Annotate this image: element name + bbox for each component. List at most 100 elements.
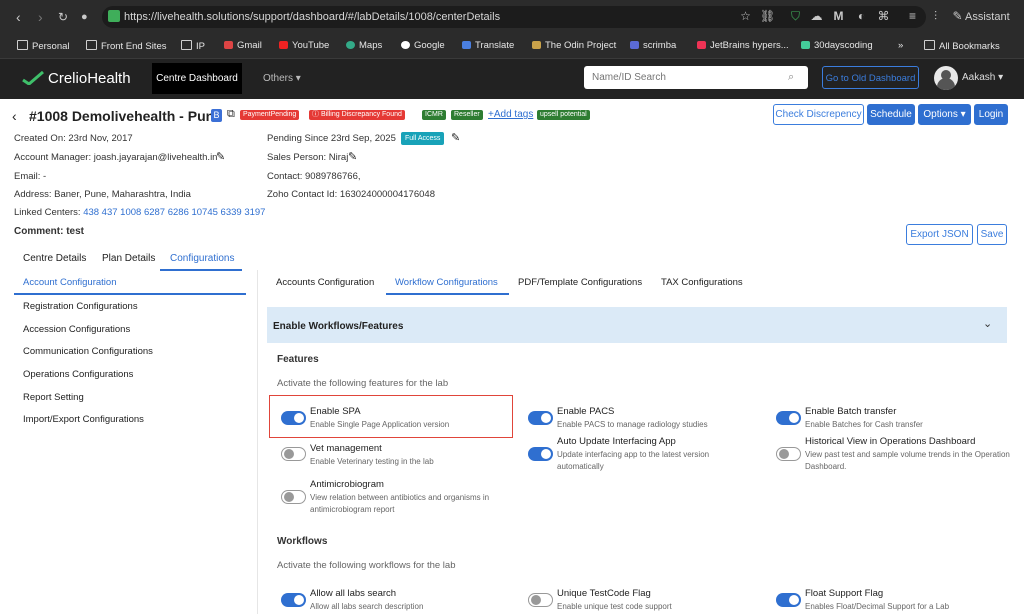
shield-icon[interactable]: ⛉ bbox=[789, 10, 802, 23]
feature-desc: Allow all labs search description bbox=[310, 602, 424, 611]
sidebar-item-report-setting[interactable]: Report Setting bbox=[23, 392, 84, 403]
toggle-enable-pacs[interactable] bbox=[528, 411, 553, 425]
account-manager: Account Manager: joash.jayarajan@livehea… bbox=[14, 152, 218, 163]
feature-title: Enable PACS bbox=[557, 406, 615, 417]
extension-m-icon[interactable]: M bbox=[832, 10, 845, 23]
sidebar-item-accession[interactable]: Accession Configurations bbox=[23, 324, 130, 335]
star-icon[interactable]: ☆ bbox=[739, 10, 752, 23]
bookmark-ip[interactable]: IP bbox=[181, 40, 205, 52]
feature-title: Auto Update Interfacing App bbox=[557, 436, 676, 447]
features-heading: Features bbox=[277, 354, 319, 365]
subtab-accounts[interactable]: Accounts Configuration bbox=[276, 277, 374, 288]
subtab-pdf-template[interactable]: PDF/Template Configurations bbox=[518, 277, 642, 288]
audio-icon[interactable]: ⫶ bbox=[929, 10, 942, 23]
badge-icmr: ICMR bbox=[422, 110, 446, 120]
feature-desc: View past test and sample volume trends … bbox=[805, 450, 1010, 471]
bookmark-google[interactable]: Google bbox=[401, 40, 445, 51]
centre-dashboard-button[interactable]: Centre Dashboard bbox=[152, 63, 242, 94]
bookmark-gmail[interactable]: Gmail bbox=[224, 40, 262, 51]
schedule-button[interactable]: Schedule bbox=[867, 104, 915, 125]
cloud-icon[interactable]: ☁ bbox=[810, 10, 823, 23]
toggle-historical-view[interactable] bbox=[776, 447, 801, 461]
bookmark-jetbrains[interactable]: JetBrains hypers... bbox=[697, 40, 789, 51]
toggle-vet-management[interactable] bbox=[281, 447, 306, 461]
save-button[interactable]: Save bbox=[977, 224, 1007, 245]
sidebar-item-account-configuration[interactable]: Account Configuration bbox=[23, 277, 116, 288]
bookmark-front-end-sites[interactable]: Front End Sites bbox=[86, 40, 166, 52]
login-button[interactable]: Login bbox=[974, 104, 1008, 125]
feature-desc: Update interfacing app to the latest ver… bbox=[557, 450, 710, 471]
edit-account-manager-icon[interactable]: ✎ bbox=[216, 150, 225, 163]
toggle-allow-all-labs-search[interactable] bbox=[281, 593, 306, 607]
chevron-down-icon[interactable]: ⌄ bbox=[983, 317, 992, 330]
full-access-badge: Full Access bbox=[401, 132, 445, 145]
search-icon[interactable]: ⌕ bbox=[788, 71, 794, 84]
toggle-antimicrobiogram[interactable] bbox=[281, 490, 306, 504]
extension-icon[interactable]: ◐ bbox=[855, 10, 868, 23]
logo-text[interactable]: CrelioHealth bbox=[48, 70, 131, 87]
crelio-logo-icon bbox=[22, 71, 44, 85]
feature-title: Historical View in Operations Dashboard bbox=[805, 436, 976, 447]
bookmark-translate[interactable]: Translate bbox=[462, 40, 514, 51]
toggle-auto-update-interfacing[interactable] bbox=[528, 447, 553, 461]
sidebar-item-import-export[interactable]: Import/Export Configurations bbox=[23, 414, 144, 425]
bookmark-30dayscoding[interactable]: 30dayscoding bbox=[801, 40, 873, 51]
created-on: Created On: 23rd Nov, 2017 bbox=[14, 133, 133, 144]
user-menu[interactable]: Aakash ▾ bbox=[962, 72, 1003, 83]
section-title: Enable Workflows/Features bbox=[273, 321, 404, 332]
edit-sales-person-icon[interactable]: ✎ bbox=[348, 150, 357, 163]
toggle-unique-testcode[interactable] bbox=[528, 593, 553, 607]
divider bbox=[257, 270, 258, 614]
add-tags-link[interactable]: +Add tags bbox=[488, 109, 533, 120]
subtab-tax[interactable]: TAX Configurations bbox=[661, 277, 743, 288]
badge-reseller: Reseller bbox=[451, 110, 483, 120]
edit-access-icon[interactable]: ✎ bbox=[451, 131, 460, 144]
badge-billing-discrepancy: ⓘ Billing Discrepancy Found bbox=[309, 110, 405, 120]
bookmark-personal[interactable]: Personal bbox=[17, 40, 70, 52]
mic-icon[interactable]: ● bbox=[81, 9, 88, 25]
page-content bbox=[0, 99, 1024, 614]
tab-centre-details[interactable]: Centre Details bbox=[23, 253, 86, 264]
assistant-label[interactable]: Assistant bbox=[965, 11, 1010, 23]
link-icon[interactable]: ⛓ bbox=[760, 10, 775, 23]
search-input[interactable] bbox=[592, 72, 782, 83]
url-text[interactable]: https://livehealth.solutions/support/das… bbox=[124, 11, 500, 23]
others-menu[interactable]: Others ▾ bbox=[263, 73, 301, 84]
bookmark-maps[interactable]: Maps bbox=[346, 40, 382, 51]
sidebar-item-registration[interactable]: Registration Configurations bbox=[23, 301, 138, 312]
bookmark-all-bookmarks[interactable]: All Bookmarks bbox=[924, 40, 1000, 52]
toggle-enable-spa[interactable] bbox=[281, 411, 306, 425]
linked-centers-links[interactable]: 438 437 1008 6287 6286 10745 6339 3197 bbox=[83, 207, 265, 218]
bookmark-odin-project[interactable]: The Odin Project bbox=[532, 40, 616, 51]
workflows-subtitle: Activate the following workflows for the… bbox=[277, 560, 456, 571]
feature-title: Enable SPA bbox=[310, 406, 361, 417]
check-discrepancy-button[interactable]: Check Discrepency bbox=[773, 104, 864, 125]
tab-configurations[interactable]: Configurations bbox=[170, 253, 234, 264]
avatar[interactable] bbox=[934, 66, 958, 90]
reload-icon[interactable]: ↻ bbox=[58, 9, 68, 25]
back-arrow-icon[interactable]: ‹ bbox=[12, 108, 17, 124]
subtab-workflow[interactable]: Workflow Configurations bbox=[395, 277, 498, 288]
contact: Contact: 9089786766, bbox=[267, 171, 361, 182]
bookmarks-overflow-icon[interactable]: » bbox=[898, 40, 903, 51]
back-icon[interactable]: ‹ bbox=[16, 9, 21, 25]
menu-icon[interactable]: ≡ bbox=[906, 10, 919, 23]
copy-icon[interactable]: ⧉ bbox=[227, 108, 235, 121]
feature-title: Enable Batch transfer bbox=[805, 406, 897, 417]
bookmark-youtube[interactable]: YouTube bbox=[279, 40, 329, 51]
forward-icon[interactable]: › bbox=[38, 9, 43, 25]
bookmark-scrimba[interactable]: scrimba bbox=[630, 40, 676, 51]
toggle-float-support[interactable] bbox=[776, 593, 801, 607]
tab-plan-details[interactable]: Plan Details bbox=[102, 253, 155, 264]
puzzle-icon[interactable]: ⌘ bbox=[877, 10, 890, 23]
toggle-enable-batch-transfer[interactable] bbox=[776, 411, 801, 425]
sidebar-item-communication[interactable]: Communication Configurations bbox=[23, 346, 153, 357]
export-json-button[interactable]: Export JSON bbox=[906, 224, 973, 245]
feature-title: Antimicrobiogram bbox=[310, 479, 384, 490]
assistant-icon[interactable]: ✎ bbox=[951, 10, 964, 23]
features-subtitle: Activate the following features for the … bbox=[277, 378, 449, 389]
options-button[interactable]: Options ▾ bbox=[918, 104, 971, 125]
sidebar-item-operations[interactable]: Operations Configurations bbox=[23, 369, 133, 380]
old-dashboard-button[interactable]: Go to Old Dashboard bbox=[822, 66, 919, 89]
feature-title: Unique TestCode Flag bbox=[557, 588, 651, 599]
